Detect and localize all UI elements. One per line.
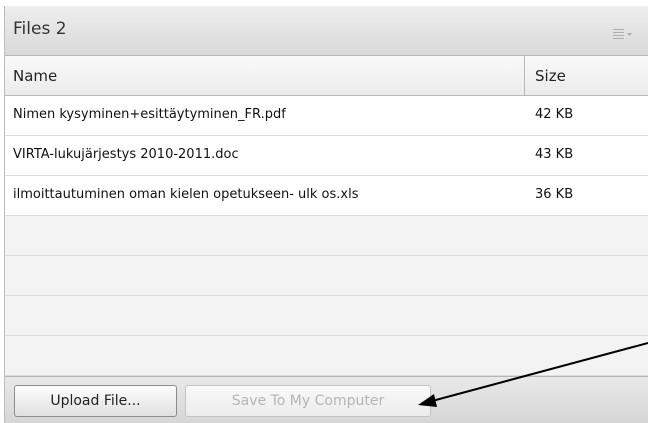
pod-header: Files 2 — [5, 6, 648, 56]
pod-menu-icon[interactable] — [613, 25, 633, 39]
file-name: ilmoittautuminen oman kielen opetukseen-… — [13, 187, 359, 202]
file-list-header: Name Size — [5, 56, 648, 96]
file-name: Nimen kysyminen+esittäytyminen_FR.pdf — [13, 107, 286, 122]
empty-row — [5, 256, 648, 296]
file-size: 42 KB — [535, 107, 574, 122]
empty-row — [5, 216, 648, 256]
pod-title: Files 2 — [13, 19, 67, 39]
save-to-computer-button[interactable]: Save To My Computer — [185, 385, 431, 417]
file-row[interactable]: ilmoittautuminen oman kielen opetukseen-… — [5, 176, 648, 216]
file-row[interactable]: Nimen kysyminen+esittäytyminen_FR.pdf 42… — [5, 96, 648, 136]
file-list: Nimen kysyminen+esittäytyminen_FR.pdf 42… — [5, 96, 648, 376]
empty-row — [5, 296, 648, 336]
file-name: VIRTA-lukujärjestys 2010-2011.doc — [13, 147, 239, 162]
pod-footer: Upload File... Save To My Computer — [5, 376, 648, 423]
files-pod: Files 2 Name Size Nimen kysyminen+esittä… — [4, 6, 648, 423]
upload-file-button[interactable]: Upload File... — [14, 385, 177, 417]
file-size: 43 KB — [535, 147, 574, 162]
file-row[interactable]: VIRTA-lukujärjestys 2010-2011.doc 43 KB — [5, 136, 648, 176]
empty-row — [5, 336, 648, 376]
column-divider[interactable] — [524, 56, 525, 96]
column-header-name[interactable]: Name — [13, 67, 57, 85]
file-size: 36 KB — [535, 187, 574, 202]
column-header-size[interactable]: Size — [535, 67, 566, 85]
